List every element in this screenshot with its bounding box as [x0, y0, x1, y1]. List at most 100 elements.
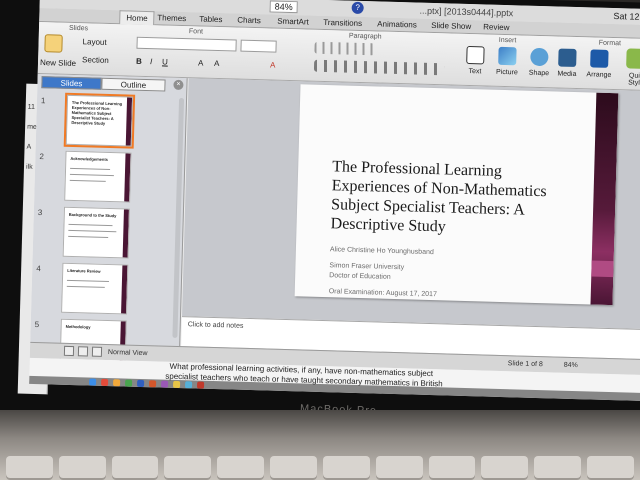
slide-thumbnail-row[interactable]: 4 Literature Review — [31, 262, 183, 324]
font-shrink-icon[interactable]: A — [214, 59, 220, 68]
thumbnail-text-line — [66, 279, 109, 283]
tab-transitions[interactable]: Transitions — [323, 18, 362, 28]
normal-view-icon[interactable] — [63, 345, 75, 357]
word-icon[interactable] — [137, 379, 145, 388]
thumbnail-title: Methodology — [65, 323, 91, 330]
app-icon[interactable] — [113, 379, 121, 387]
photo-scene: 11 ment A ilk 84% ? ...ptx] [2013s0444].… — [0, 0, 640, 480]
slide-thumbnail[interactable]: Acknowledgements — [64, 150, 132, 203]
slide-thumbnail[interactable]: The Professional Learning Experiences of… — [63, 92, 136, 149]
media-button[interactable]: Media — [549, 70, 585, 78]
slide-number: 2 — [39, 152, 44, 162]
tab-charts[interactable]: Charts — [237, 16, 261, 26]
tab-slides[interactable]: Slides — [41, 76, 102, 90]
thumbnail-stripe — [125, 97, 133, 146]
tab-home[interactable]: Home — [119, 10, 155, 26]
thumbnail-text-line — [68, 223, 113, 227]
slide-subtitle[interactable]: Alice Christine Ho Younghusband Simon Fr… — [329, 245, 570, 304]
quick-styles-icon[interactable] — [626, 48, 640, 70]
italic-icon[interactable]: I — [150, 57, 152, 66]
zoom-menu[interactable]: 84% — [269, 0, 298, 14]
tab-themes[interactable]: Themes — [157, 13, 186, 23]
app-icon[interactable] — [172, 380, 181, 389]
app-icon[interactable] — [161, 380, 169, 388]
laptop-screen: 84% ? ...ptx] [2013s0444].pptx Sat 12:09… — [29, 0, 640, 402]
arrange-button[interactable]: Arrange — [581, 71, 617, 79]
slide-thumbnail-row[interactable]: 2 Acknowledgements — [34, 150, 186, 212]
app-icon[interactable] — [184, 381, 193, 389]
slide-thumbnail[interactable]: Literature Review — [61, 262, 129, 315]
current-slide[interactable]: The Professional Learning Experiences of… — [294, 84, 619, 306]
zoom-level[interactable]: 84% — [564, 362, 578, 369]
slide-number: 5 — [34, 319, 40, 330]
finder-icon[interactable] — [89, 378, 97, 386]
group-font-label: Font — [188, 28, 204, 36]
slide-title[interactable]: The Professional Learning Experiences of… — [330, 157, 582, 240]
section-button[interactable]: Section — [82, 55, 109, 65]
group-format-label: Format — [598, 39, 622, 48]
thumbnail-title: The Professional Learning Experiences of… — [71, 99, 123, 126]
layout-button[interactable]: Layout — [83, 37, 107, 47]
thumbnail-text-line — [66, 285, 105, 288]
window-title: ...ptx] [2013s0444].pptx — [419, 5, 514, 19]
powerpoint-icon[interactable] — [149, 380, 157, 388]
slide-number: 3 — [37, 208, 43, 218]
app-icon[interactable] — [125, 379, 133, 387]
slide-thumbnail-row[interactable]: 3 Background to the Study — [32, 206, 184, 268]
slide-thumbnail[interactable]: Background to the Study — [62, 206, 130, 259]
paragraph-tools-icons[interactable] — [313, 59, 445, 76]
tab-animations[interactable]: Animations — [377, 19, 417, 29]
slide-number: 4 — [36, 264, 41, 274]
font-size-field[interactable] — [240, 39, 277, 53]
font-color-icon[interactable]: A — [270, 60, 276, 69]
thumbnail-text-line — [68, 229, 117, 233]
thumbnail-stripe — [122, 209, 129, 258]
tab-smartart[interactable]: SmartArt — [277, 17, 309, 27]
tab-tables[interactable]: Tables — [199, 14, 222, 24]
slides-panel: Slides Outline × 1 The Professional Lear… — [29, 73, 188, 371]
font-grow-icon[interactable]: A — [198, 58, 204, 67]
new-slide-button[interactable]: New Slide — [40, 58, 76, 68]
arrange-icon[interactable] — [590, 49, 609, 68]
notes-placeholder: Click to add notes — [187, 321, 244, 330]
view-label: Normal View — [107, 349, 148, 358]
app-icon[interactable] — [196, 381, 205, 389]
slide-accent-block — [591, 260, 614, 278]
slide-edit-area[interactable]: The Professional Learning Experiences of… — [182, 78, 640, 330]
keyboard-keys — [0, 456, 640, 480]
slide-sorter-icon[interactable] — [77, 346, 89, 357]
text-button[interactable]: Text — [457, 68, 493, 76]
media-icon[interactable] — [558, 48, 577, 67]
quick-styles-button[interactable]: Quick Styles — [620, 72, 640, 87]
thumbnail-title: Acknowledgements — [70, 155, 108, 162]
slide-counter: Slide 1 of 8 — [507, 360, 543, 369]
underline-icon[interactable]: U — [162, 57, 168, 66]
thumbnail-stripe — [124, 153, 131, 202]
group-insert-label: Insert — [498, 36, 517, 45]
slide-number: 1 — [40, 96, 46, 106]
text-box-icon[interactable] — [466, 45, 485, 65]
thumbnail-title: Literature Review — [67, 267, 101, 274]
picture-button[interactable]: Picture — [489, 69, 525, 77]
thumbnail-text-line — [69, 173, 114, 177]
slide-thumbnail-row[interactable]: 1 The Professional Learning Experiences … — [36, 92, 188, 156]
slide-show-icon[interactable] — [91, 346, 103, 357]
paragraph-align-icons[interactable] — [314, 41, 375, 56]
tab-review[interactable]: Review — [483, 22, 509, 32]
help-icon[interactable]: ? — [351, 1, 364, 15]
bold-icon[interactable]: B — [136, 57, 142, 66]
thumbnail-text-line — [68, 235, 109, 238]
shape-icon[interactable] — [530, 47, 549, 67]
pane-tabs: Slides Outline — [41, 76, 179, 92]
tab-slide-show[interactable]: Slide Show — [431, 21, 471, 31]
font-family-field[interactable] — [136, 36, 237, 52]
close-icon[interactable]: × — [173, 79, 184, 91]
menu-clock: Sat 12:09 AM — [613, 11, 640, 23]
picture-icon[interactable] — [498, 46, 517, 66]
group-slides-label: Slides — [68, 24, 89, 33]
new-slide-icon — [44, 34, 63, 53]
app-icon[interactable] — [101, 378, 109, 387]
thumbnail-stripe — [121, 265, 128, 314]
group-paragraph-label: Paragraph — [348, 32, 382, 41]
tab-outline[interactable]: Outline — [101, 77, 166, 92]
